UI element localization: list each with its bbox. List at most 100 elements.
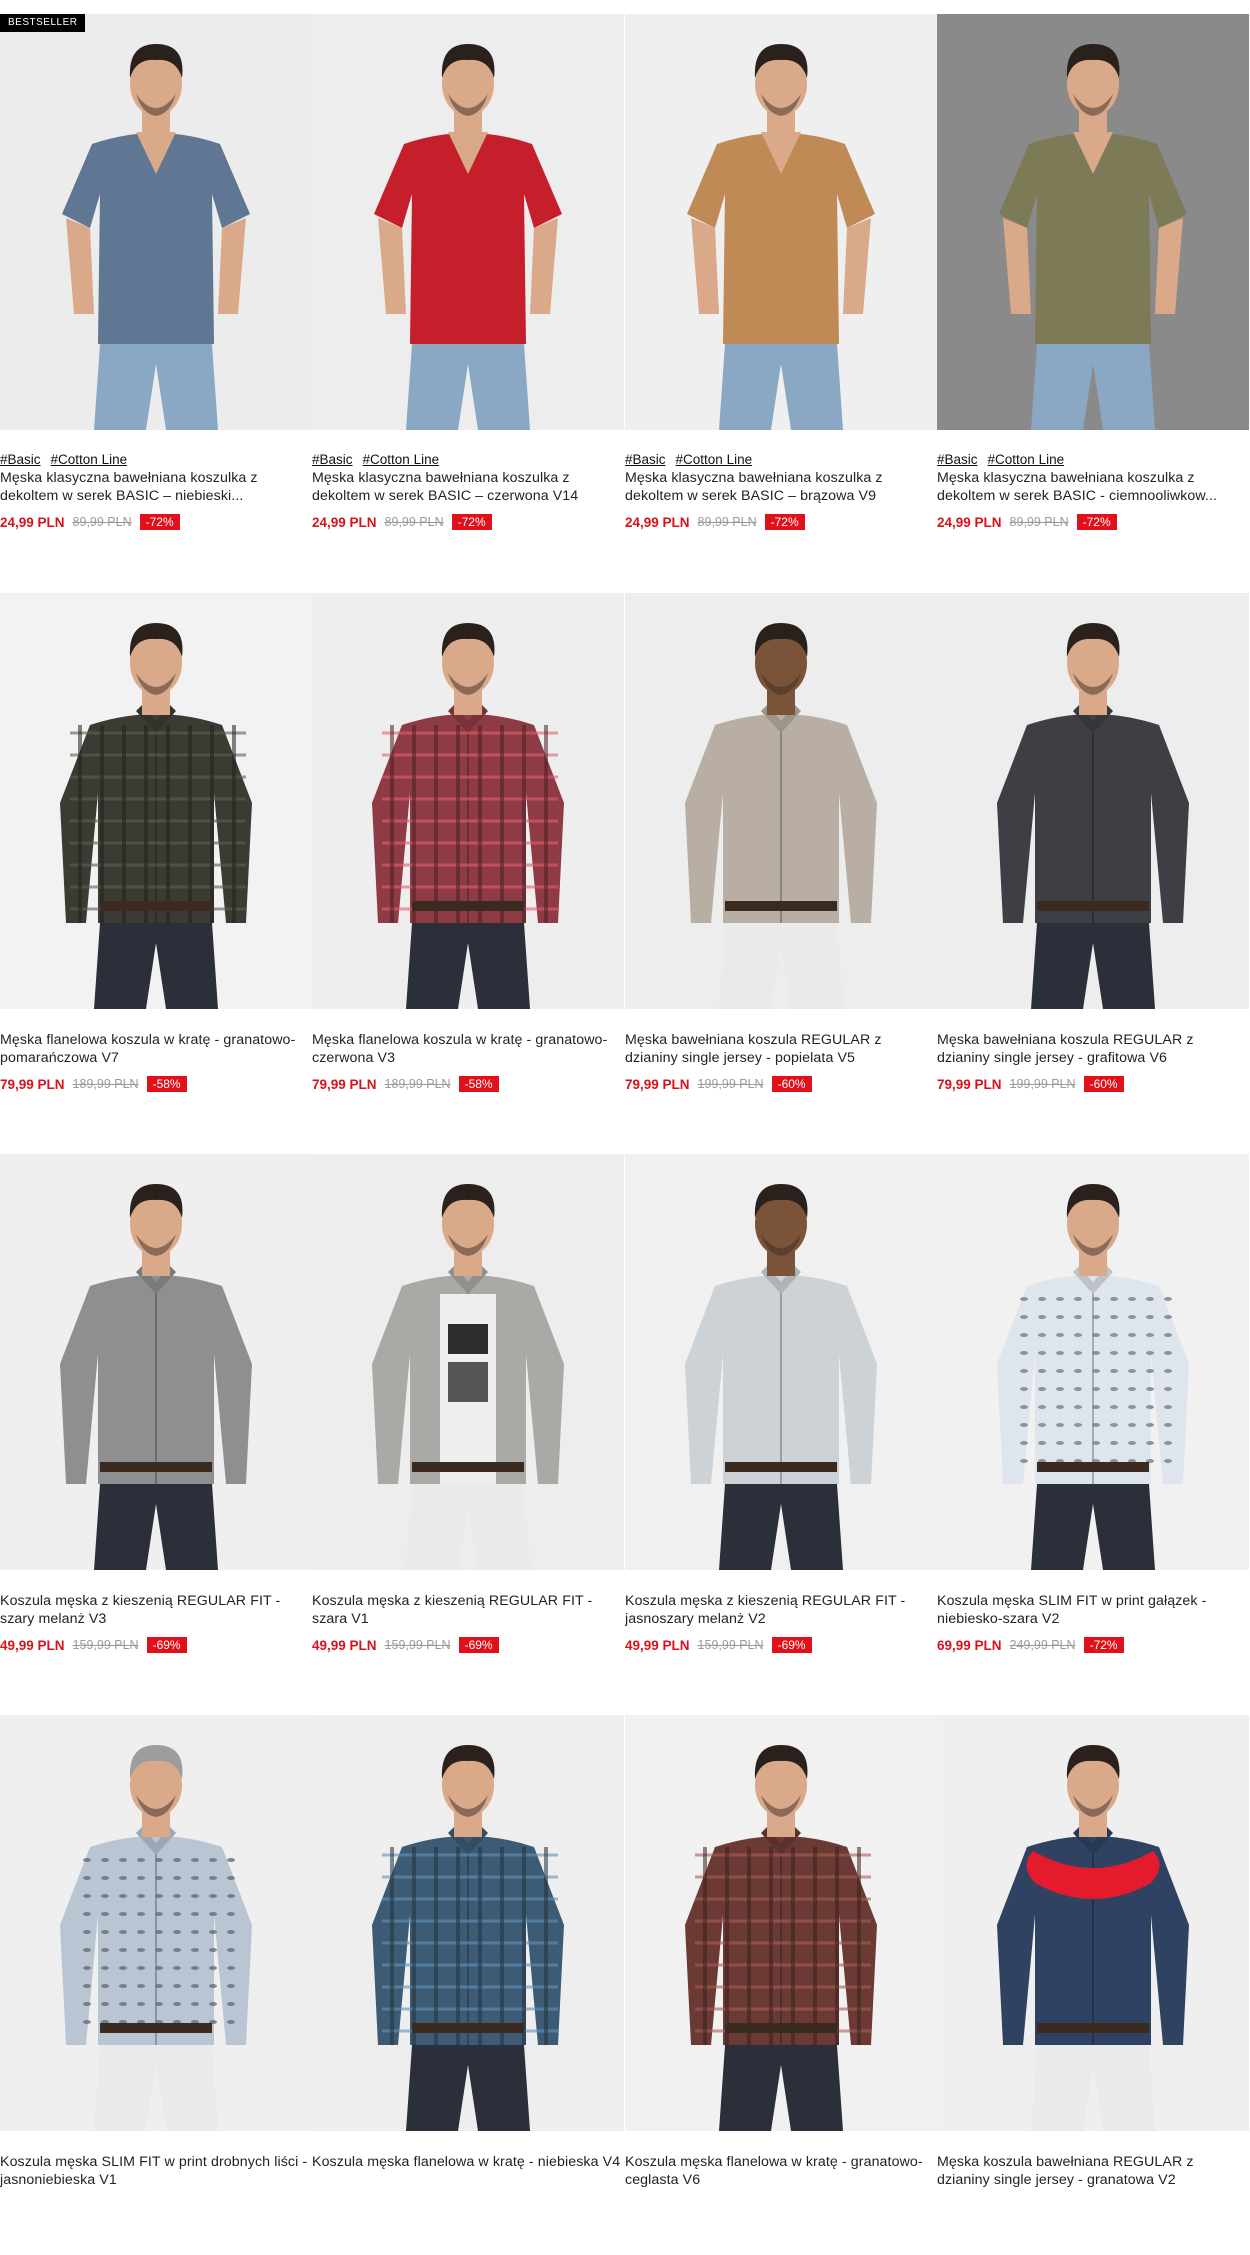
- sale-price: 49,99 PLN: [625, 1637, 690, 1653]
- product-image[interactable]: BESTSELLER: [0, 14, 312, 430]
- product-info: Koszula męska z kieszenią REGULAR FIT - …: [0, 1570, 312, 1654]
- discount-badge: -72%: [764, 514, 805, 530]
- old-price: 249,99 PLN: [1009, 1638, 1076, 1652]
- product-row: Koszula męska SLIM FIT w print drobnych …: [0, 1715, 1250, 2255]
- product-image[interactable]: [937, 593, 1249, 1009]
- product-image[interactable]: [0, 1715, 312, 2131]
- model-photo: [0, 14, 312, 430]
- tag-link[interactable]: #Basic: [0, 452, 41, 467]
- product-card[interactable]: Męska flanelowa koszula w kratę - granat…: [0, 593, 312, 1133]
- product-info: Męska koszula bawełniana REGULAR z dzian…: [937, 2131, 1249, 2189]
- product-image[interactable]: [0, 1154, 312, 1570]
- old-price: 159,99 PLN: [697, 1638, 764, 1652]
- discount-badge: -72%: [1076, 514, 1117, 530]
- model-photo: [0, 593, 312, 1009]
- product-name[interactable]: Koszula męska z kieszenią REGULAR FIT - …: [625, 1592, 937, 1628]
- product-image[interactable]: [625, 593, 937, 1009]
- price-row: 79,99 PLN 199,99 PLN -60%: [625, 1075, 937, 1093]
- product-image[interactable]: [625, 1154, 937, 1570]
- sale-price: 24,99 PLN: [625, 514, 690, 530]
- model-photo: [937, 593, 1249, 1009]
- product-name[interactable]: Męska koszula bawełniana REGULAR z dzian…: [937, 2153, 1249, 2189]
- product-card[interactable]: Koszula męska z kieszenią REGULAR FIT - …: [312, 1154, 624, 1694]
- product-info: #Basic #Cotton Line Męska klasyczna bawełn…: [0, 430, 312, 531]
- price-row: 24,99 PLN 89,99 PLN -72%: [937, 513, 1249, 531]
- product-name[interactable]: Męska klasyczna bawełniana koszulka z de…: [937, 469, 1249, 505]
- product-tags: #Basic #Cotton Line: [937, 452, 1249, 468]
- sale-price: 24,99 PLN: [937, 514, 1002, 530]
- product-image[interactable]: [312, 1154, 624, 1570]
- model-photo: [625, 1715, 937, 2131]
- tag-link[interactable]: #Cotton Line: [51, 452, 128, 467]
- tag-link[interactable]: #Basic: [312, 452, 353, 467]
- product-name[interactable]: Męska klasyczna bawełniana koszulka z de…: [625, 469, 937, 505]
- product-card[interactable]: Koszula męska z kieszenią REGULAR FIT - …: [0, 1154, 312, 1694]
- sale-price: 79,99 PLN: [625, 1076, 690, 1092]
- product-tags: #Basic #Cotton Line: [312, 452, 624, 468]
- product-name[interactable]: Koszula męska SLIM FIT w print drobnych …: [0, 2153, 312, 2189]
- product-name[interactable]: Koszula męska flanelowa w kratę - niebie…: [312, 2153, 624, 2189]
- product-name[interactable]: Koszula męska z kieszenią REGULAR FIT - …: [312, 1592, 624, 1628]
- sale-price: 24,99 PLN: [0, 514, 65, 530]
- product-image[interactable]: [312, 593, 624, 1009]
- product-name[interactable]: Koszula męska SLIM FIT w print gałązek -…: [937, 1592, 1249, 1628]
- product-card[interactable]: #Basic #Cotton Line Męska klasyczna bawełn…: [937, 14, 1249, 554]
- product-name[interactable]: Koszula męska z kieszenią REGULAR FIT - …: [0, 1592, 312, 1628]
- product-card[interactable]: Męska flanelowa koszula w kratę - granat…: [312, 593, 624, 1133]
- old-price: 199,99 PLN: [697, 1077, 764, 1091]
- product-image[interactable]: [937, 1715, 1249, 2131]
- old-price: 89,99 PLN: [697, 515, 757, 529]
- product-name[interactable]: Koszula męska flanelowa w kratę - granat…: [625, 2153, 937, 2189]
- product-name[interactable]: Męska klasyczna bawełniana koszulka z de…: [312, 469, 624, 505]
- product-name[interactable]: Męska flanelowa koszula w kratę - granat…: [312, 1031, 624, 1067]
- product-name[interactable]: Męska bawełniana koszula REGULAR z dzian…: [625, 1031, 937, 1067]
- product-image[interactable]: [625, 1715, 937, 2131]
- tag-link[interactable]: #Cotton Line: [988, 452, 1065, 467]
- model-photo: [625, 593, 937, 1009]
- product-card[interactable]: #Basic #Cotton Line Męska klasyczna bawełn…: [625, 14, 937, 554]
- tag-link[interactable]: #Basic: [625, 452, 666, 467]
- product-name[interactable]: Męska flanelowa koszula w kratę - granat…: [0, 1031, 312, 1067]
- product-card[interactable]: Koszula męska SLIM FIT w print gałązek -…: [937, 1154, 1249, 1694]
- product-image[interactable]: [312, 14, 624, 430]
- product-image[interactable]: [625, 14, 937, 430]
- product-info: Męska flanelowa koszula w kratę - granat…: [312, 1009, 624, 1093]
- model-photo: [312, 14, 624, 430]
- price-row: 49,99 PLN 159,99 PLN -69%: [0, 1636, 312, 1654]
- product-info: Koszula męska SLIM FIT w print gałązek -…: [937, 1570, 1249, 1654]
- product-card[interactable]: Koszula męska flanelowa w kratę - granat…: [625, 1715, 937, 2255]
- product-card[interactable]: BESTSELLER #Basic #Cotton Line Męska klasyc…: [0, 14, 312, 554]
- product-info: Męska flanelowa koszula w kratę - granat…: [0, 1009, 312, 1093]
- product-image[interactable]: [937, 14, 1249, 430]
- product-row: Koszula męska z kieszenią REGULAR FIT - …: [0, 1154, 1250, 1694]
- tag-link[interactable]: #Cotton Line: [363, 452, 440, 467]
- old-price: 89,99 PLN: [1009, 515, 1069, 529]
- product-row: BESTSELLER #Basic #Cotton Line Męska klasyc…: [0, 14, 1250, 554]
- sale-price: 79,99 PLN: [937, 1076, 1002, 1092]
- tag-link[interactable]: #Basic: [937, 452, 978, 467]
- discount-badge: -69%: [771, 1637, 812, 1653]
- product-card[interactable]: Koszula męska SLIM FIT w print drobnych …: [0, 1715, 312, 2255]
- product-info: Koszula męska z kieszenią REGULAR FIT - …: [312, 1570, 624, 1654]
- old-price: 89,99 PLN: [384, 515, 444, 529]
- product-tags: #Basic #Cotton Line: [0, 452, 312, 468]
- discount-badge: -72%: [139, 514, 180, 530]
- product-info: #Basic #Cotton Line Męska klasyczna bawełn…: [625, 430, 937, 531]
- product-name[interactable]: Męska klasyczna bawełniana koszulka z de…: [0, 469, 312, 505]
- discount-badge: -58%: [458, 1076, 499, 1092]
- discount-badge: -72%: [451, 514, 492, 530]
- sale-price: 49,99 PLN: [312, 1637, 377, 1653]
- product-card[interactable]: Męska bawełniana koszula REGULAR z dzian…: [625, 593, 937, 1133]
- product-image[interactable]: [937, 1154, 1249, 1570]
- product-card[interactable]: Koszula męska z kieszenią REGULAR FIT - …: [625, 1154, 937, 1694]
- product-card[interactable]: Męska koszula bawełniana REGULAR z dzian…: [937, 1715, 1249, 2255]
- product-image[interactable]: [312, 1715, 624, 2131]
- product-image[interactable]: [0, 593, 312, 1009]
- price-row: 24,99 PLN 89,99 PLN -72%: [625, 513, 937, 531]
- tag-link[interactable]: #Cotton Line: [676, 452, 753, 467]
- product-name[interactable]: Męska bawełniana koszula REGULAR z dzian…: [937, 1031, 1249, 1067]
- product-card[interactable]: Męska bawełniana koszula REGULAR z dzian…: [937, 593, 1249, 1133]
- product-card[interactable]: #Basic #Cotton Line Męska klasyczna bawełn…: [312, 14, 624, 554]
- product-card[interactable]: Koszula męska flanelowa w kratę - niebie…: [312, 1715, 624, 2255]
- price-row: 49,99 PLN 159,99 PLN -69%: [625, 1636, 937, 1654]
